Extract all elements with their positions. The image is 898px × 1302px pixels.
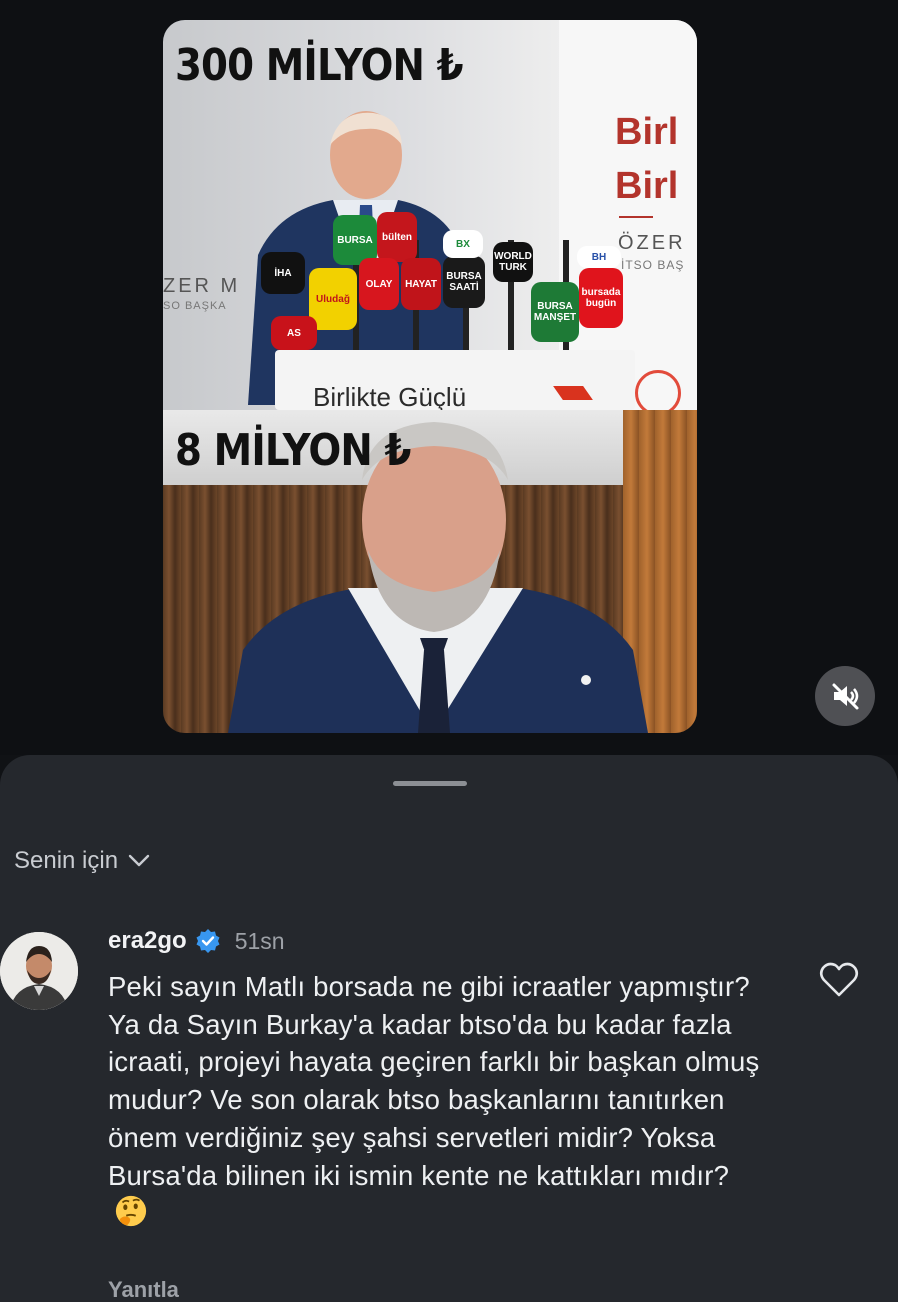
mic-bursada-bugun: bursada bugün	[579, 268, 623, 328]
comment-text: Peki sayın Matlı borsada ne gibi icraatl…	[108, 971, 760, 1191]
reply-button[interactable]: Yanıtla	[108, 1277, 179, 1302]
comment-header: era2go 51sn	[108, 927, 285, 955]
bottom-caption: 8 MİLYON ₺	[175, 425, 411, 476]
comment-username[interactable]: era2go	[108, 927, 187, 955]
wall-name: ZER M	[163, 275, 241, 297]
thinking-face-emoji-icon	[115, 1196, 147, 1227]
mic-iha: İHA	[261, 252, 305, 294]
heart-icon	[819, 962, 859, 997]
filter-label: Senin için	[14, 847, 119, 874]
comment-body: Peki sayın Matlı borsada ne gibi icraatl…	[108, 968, 768, 1232]
chevron-down-icon	[128, 854, 150, 867]
mic-olay: OLAY	[359, 258, 399, 310]
banner-text-2: Birl	[615, 165, 679, 207]
banner-subtitle: İTSO BAŞ	[621, 258, 685, 272]
mic-uludag: Uludağ	[309, 268, 357, 330]
comments-sheet: Senin için era2go 51sn Peki sayın Matlı …	[0, 755, 898, 1302]
wall-subtitle: SO BAŞKA	[163, 300, 227, 312]
volume-muted-icon	[832, 683, 859, 710]
avatar[interactable]	[0, 932, 78, 1010]
banner-divider	[619, 216, 653, 218]
banner-name: ÖZER	[618, 232, 686, 254]
mic-bursa-manset: BURSA MANŞET	[531, 282, 579, 342]
podium-slogan: Birlikte Güçlü	[313, 382, 467, 412]
mic-hayat: HAYAT	[401, 258, 441, 310]
mic-world-turk: WORLD TURK	[493, 242, 533, 282]
mic-bulten: bülten	[377, 212, 417, 262]
like-comment-button[interactable]	[819, 962, 859, 998]
mic-bx: BX	[443, 230, 483, 258]
banner-text-1: Birl	[615, 111, 679, 153]
video-frame[interactable]: Birl Birl ÖZER İTSO BAŞ ZER M SO BAŞKA B…	[163, 20, 697, 733]
mute-button[interactable]	[815, 666, 875, 726]
mic-bh: BH	[577, 246, 621, 268]
avatar-image	[0, 932, 78, 1010]
app-screen: Birl Birl ÖZER İTSO BAŞ ZER M SO BAŞKA B…	[0, 0, 898, 1302]
comment-filter-dropdown[interactable]: Senin için	[14, 847, 150, 875]
sheet-drag-handle[interactable]	[393, 781, 467, 786]
mic-bursa-saati: BURSA SAATİ	[443, 256, 485, 308]
mic-as: AS	[271, 316, 317, 350]
top-caption: 300 MİLYON ₺	[175, 40, 464, 91]
comment-timestamp: 51sn	[234, 927, 285, 954]
verified-badge-icon	[196, 929, 220, 953]
media-viewer[interactable]: Birl Birl ÖZER İTSO BAŞ ZER M SO BAŞKA B…	[0, 0, 898, 755]
